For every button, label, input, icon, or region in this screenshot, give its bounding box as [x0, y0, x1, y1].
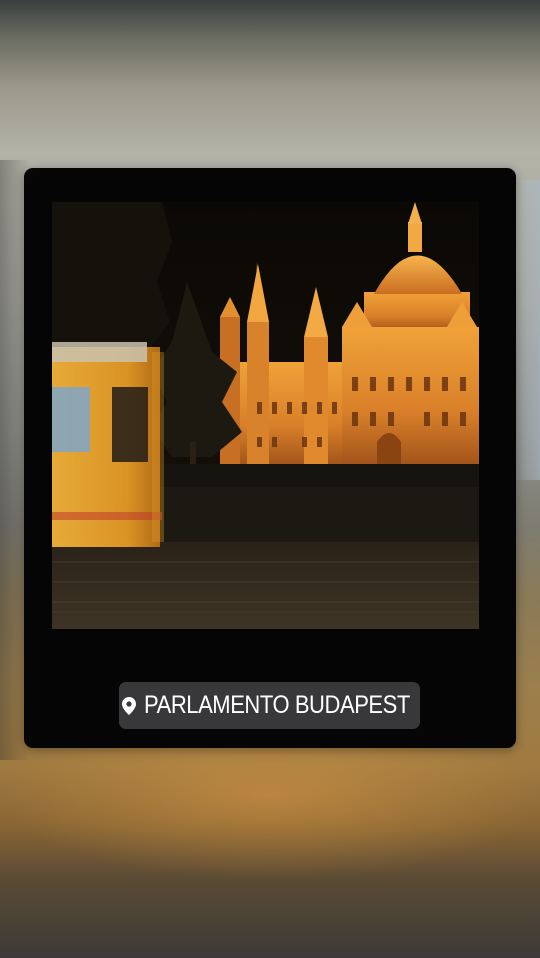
photo-frame-card: PARLAMENTO BUDAPEST [24, 168, 516, 748]
location-pin-icon [122, 696, 137, 715]
story-screen: PARLAMENTO BUDAPEST [0, 0, 540, 958]
parliament-night-photo [52, 202, 479, 629]
location-label: PARLAMENTO BUDAPEST [144, 691, 411, 719]
location-sticker[interactable]: PARLAMENTO BUDAPEST [119, 682, 420, 729]
story-photo[interactable] [52, 202, 479, 629]
blurred-background-glow [0, 740, 540, 880]
